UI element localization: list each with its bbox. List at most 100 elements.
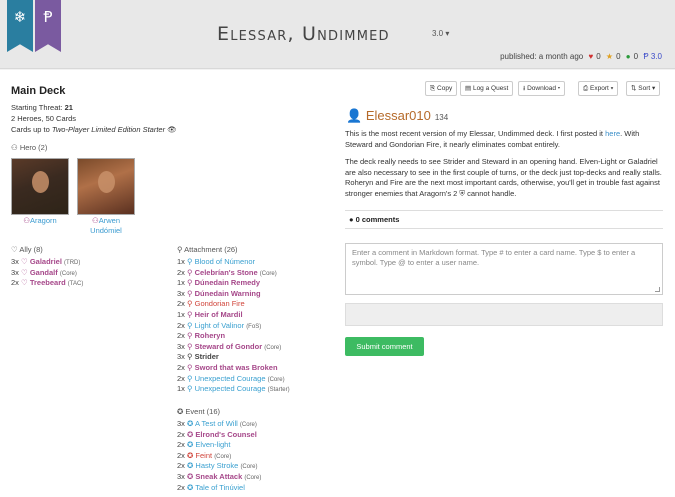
card-name[interactable]: Light of Valinor: [195, 321, 244, 330]
card-row[interactable]: 2x ⚲ Unexpected Courage (Core): [177, 374, 285, 385]
card-row[interactable]: 1x ⚲ Blood of Númenor: [177, 257, 255, 268]
card-row[interactable]: 2x ♡ Treebeard (TAC): [11, 278, 83, 289]
hero-header: ⚇ Hero (2): [11, 143, 47, 152]
card-name[interactable]: Feint: [195, 451, 212, 460]
card-row[interactable]: 2x ✪ Elven-light: [177, 440, 230, 451]
description-p1: This is the most recent version of my El…: [345, 129, 663, 150]
resize-handle[interactable]: [655, 287, 660, 292]
copy-button[interactable]: ⎘ Copy: [425, 81, 458, 96]
card-pack: (Core): [240, 464, 258, 471]
card-name[interactable]: Elrond's Counsel: [195, 430, 256, 439]
card-row[interactable]: 2x ✪ Feint (Core): [177, 451, 231, 462]
card-name[interactable]: Unexpected Courage: [195, 374, 266, 383]
card-row[interactable]: 2x ✪ Tale of Tinúviel: [177, 483, 245, 494]
card-row[interactable]: 2x ⚲ Celebrían's Stone (Core): [177, 268, 277, 279]
card-row[interactable]: 3x ✪ Sneak Attack (Core): [177, 472, 261, 483]
comment-input[interactable]: Enter a comment in Markdown format. Type…: [345, 243, 663, 295]
card-row[interactable]: 3x ♡ Galadriel (TRD): [11, 257, 80, 268]
comment-count: 0: [633, 52, 639, 61]
card-row[interactable]: 2x ⚲ Sword that was Broken: [177, 363, 278, 374]
card-row[interactable]: 2x ⚲ Light of Valinor (FoS): [177, 321, 261, 332]
hero-name-arwen[interactable]: ⚇Arwen Undómiel: [77, 216, 135, 236]
card-name[interactable]: Tale of Tinúviel: [195, 483, 245, 492]
card-name[interactable]: Sword that was Broken: [195, 363, 278, 372]
hero-image-arwen[interactable]: [77, 158, 135, 215]
sphere-icon: ⚲: [187, 331, 193, 341]
download-button[interactable]: ⭳ Download ▾: [518, 81, 566, 96]
card-qty: 2x: [177, 440, 185, 450]
card-qty: 2x: [11, 278, 19, 288]
eye-icon[interactable]: 👁: [167, 125, 177, 134]
sphere-icon: ⚲: [187, 384, 193, 394]
card-name[interactable]: Hasty Stroke: [195, 461, 238, 470]
card-name[interactable]: Gandalf: [30, 268, 58, 277]
sphere-icon: ♡: [21, 267, 28, 277]
card-pack: (FoS): [246, 323, 262, 330]
card-row[interactable]: 3x ♡ Gandalf (Core): [11, 268, 77, 279]
card-name[interactable]: Dúnedain Warning: [195, 289, 261, 298]
sort-button[interactable]: ⇅ Sort ▾: [626, 81, 661, 96]
card-pack: (Core): [214, 453, 232, 460]
sphere-icon: ✪: [187, 419, 194, 428]
card-row[interactable]: 1x ⚲ Unexpected Courage (Starter): [177, 384, 290, 395]
hero-name-aragorn[interactable]: ⚇Aragorn: [11, 216, 69, 225]
card-row[interactable]: 2x ✪ Hasty Stroke (Core): [177, 461, 257, 472]
hero-icon: ⚇: [11, 143, 18, 152]
card-qty: 2x: [177, 429, 185, 439]
heart-icon[interactable]: ♥: [588, 52, 593, 61]
card-name[interactable]: Strider: [195, 352, 219, 361]
log-quest-button[interactable]: ▤ Log a Quest: [460, 81, 514, 96]
card-name[interactable]: Heir of Mardil: [195, 310, 243, 319]
desc-link[interactable]: here: [605, 129, 620, 138]
hero-image-aragorn[interactable]: [11, 158, 69, 215]
card-row[interactable]: 1x ⚲ Heir of Mardil: [177, 310, 243, 321]
star-icon[interactable]: ★: [606, 52, 613, 61]
card-name[interactable]: Treebeard: [30, 278, 66, 287]
version-dropdown[interactable]: 3.0 ▾: [432, 29, 449, 38]
card-name[interactable]: Unexpected Courage: [195, 384, 266, 393]
card-name[interactable]: A Test of Will: [195, 419, 238, 428]
card-row[interactable]: 3x ✪ A Test of Will (Core): [177, 419, 257, 430]
card-qty: 2x: [177, 363, 185, 372]
card-name[interactable]: Sneak Attack: [195, 472, 242, 481]
card-name[interactable]: Blood of Númenor: [195, 257, 255, 266]
card-name[interactable]: Roheryn: [195, 331, 225, 340]
ally-header-label: Ally (8): [19, 245, 43, 254]
card-name[interactable]: Gondorian Fire: [195, 299, 245, 308]
sphere-icon: ✪: [187, 429, 194, 439]
attachment-header-label: Attachment (26): [184, 245, 238, 254]
card-name[interactable]: Galadriel: [30, 257, 62, 266]
sphere-icon: ✪: [187, 482, 194, 492]
submit-comment-button[interactable]: Submit comment: [345, 337, 424, 356]
card-row[interactable]: 2x ⚲ Gondorian Fire: [177, 299, 245, 310]
divider: [345, 210, 663, 211]
card-qty: 2x: [177, 482, 185, 492]
card-name[interactable]: Celebrían's Stone: [195, 268, 258, 277]
deck-points: Ᵽ 3.0: [643, 52, 662, 61]
card-name[interactable]: Dúnedain Remedy: [195, 278, 260, 287]
copy-label: Copy: [437, 85, 453, 92]
card-row[interactable]: 3x ⚲ Dúnedain Warning: [177, 289, 261, 300]
card-qty: 2x: [177, 461, 185, 471]
sphere-icon: ⚲: [187, 320, 193, 330]
cards-up-to-label: Cards up to: [11, 125, 52, 134]
card-name[interactable]: Elven-light: [195, 440, 230, 449]
card-qty: 1x: [177, 278, 185, 288]
card-qty: 2x: [177, 331, 185, 341]
card-row[interactable]: 2x ⚲ Roheryn: [177, 331, 225, 342]
author-name[interactable]: Elessar010: [366, 108, 431, 123]
card-name[interactable]: Steward of Gondor: [195, 342, 263, 351]
hero-header-label: Hero (2): [19, 143, 48, 152]
card-pack: (TRD): [64, 260, 81, 266]
card-row[interactable]: 2x ✪ Elrond's Counsel: [177, 430, 257, 441]
deck-header: ❄ Ᵽ Elessar, Undimmed 3.0 ▾ published: a…: [0, 0, 675, 69]
card-qty: 3x: [177, 341, 185, 351]
cards-up-to: Cards up to Two-Player Limited Edition S…: [11, 125, 177, 134]
export-button[interactable]: ⎙ Export ▾: [578, 81, 619, 96]
card-row[interactable]: 3x ⚲ Steward of Gondor (Core): [177, 342, 281, 353]
card-row[interactable]: 1x ⚲ Dúnedain Remedy: [177, 278, 260, 289]
cards-up-to-value[interactable]: Two-Player Limited Edition Starter: [52, 125, 165, 134]
event-icon: ✪: [177, 407, 184, 416]
card-row[interactable]: 3x ⚲ Strider: [177, 352, 219, 363]
comment-placeholder: Enter a comment in Markdown format. Type…: [352, 248, 636, 267]
